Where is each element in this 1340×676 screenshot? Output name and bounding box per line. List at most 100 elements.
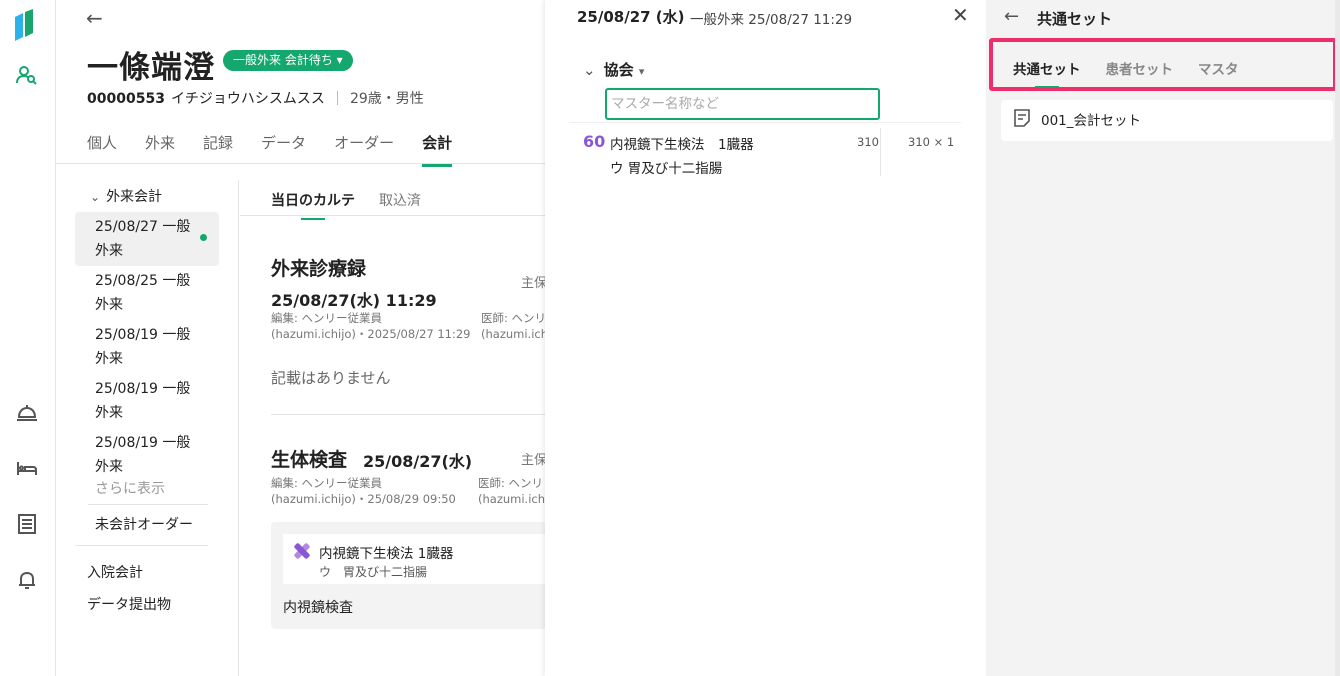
doctor-line: (hazumi.ichi [478,492,549,506]
data-submission-link[interactable]: データ提出物 [87,594,171,614]
list-document-icon[interactable] [14,511,40,537]
quantity-text[interactable]: 310 × 1 [908,135,954,149]
patient-name: 一條端澄 [87,50,215,86]
left-rail [0,0,56,676]
biopsy-title: 生体検査 [271,449,348,471]
accounting-list: 25/08/27 一般外来 25/08/25 一般外来 25/08/19 一般外… [75,212,219,482]
editor-line: 編集: ヘンリー従業員 [271,476,383,490]
exam-item-name: 内視鏡下生検法 1臓器 [319,546,454,562]
notification-bell-icon[interactable] [14,567,40,593]
accounting-item[interactable]: 25/08/27 一般外来 [75,212,219,266]
scrollbar[interactable] [1335,0,1340,676]
divider [75,545,208,546]
divider [271,414,546,415]
accounting-item[interactable]: 25/08/25 一般外来 [75,266,219,320]
outpatient-accounting-label: 外来会計 [106,189,163,205]
document-icon [1014,109,1030,127]
patient-id: 00000553 [87,91,165,107]
divider [336,91,338,105]
insurance-label: 主保 [521,453,548,468]
tab-records[interactable]: 記録 [203,132,233,167]
editor-meta: 編集: ヘンリー従業員 (hazumi.ichijo)・25/08/29 09:… [271,475,456,507]
tab-accounting[interactable]: 会計 [422,132,453,167]
unpaid-orders-link[interactable]: 未会計オーダー [95,514,193,534]
tab-orders[interactable]: オーダー [334,132,394,167]
outpatient-record-date: 25/08/27(水) 11:29 [271,291,437,310]
divider [88,504,208,505]
accounting-item-label: 25/08/19 一般外来 [95,381,191,421]
tab-divider [56,163,546,164]
exam-card-footer: 内視鏡検査 [283,600,353,616]
chevron-down-icon: ⌄ [583,61,596,79]
set-panel-title: 共通セット [1037,10,1113,28]
master-search-input[interactable] [605,88,880,120]
tab-patient-set[interactable]: 患者セット [1106,58,1174,88]
status-badge-label: 一般外来 会計待ち [233,53,333,67]
item-points: 60 [583,132,606,151]
close-icon[interactable]: ✕ [952,3,969,27]
chevron-down-icon: ▾ [336,53,343,67]
order-item-sub: ウ 胃及び十二指腸 [610,161,723,177]
accounting-item-label: 25/08/19 一般外来 [95,435,191,475]
divider [569,122,961,123]
accounting-item[interactable]: 25/08/19 一般外来 [75,428,219,482]
subtab-divider [240,215,546,216]
unit-points: 310 [857,135,879,149]
editor-line: (hazumi.ichijo)・25/08/29 09:50 [271,492,456,506]
divider [880,128,881,176]
active-dot [200,234,207,241]
tab-personal[interactable]: 個人 [87,132,117,167]
doctor-line: (hazumi.ichi [481,327,552,341]
inpatient-accounting-link[interactable]: 入院会計 [87,562,143,582]
patient-search-icon[interactable] [14,62,40,88]
order-item-name[interactable]: 内視鏡下生検法 1臓器 [610,133,754,153]
outpatient-accounting-toggle[interactable]: ⌄ 外来会計 [90,186,162,206]
doctor-line: 医師: ヘンリ [478,476,544,490]
exam-item: 内視鏡下生検法 1臓器 ウ 胃及び十二指腸 [283,534,546,584]
exam-item-sub: ウ 胃及び十二指腸 [319,565,428,579]
back-arrow-icon[interactable]: ← [86,6,103,30]
editor-line: 編集: ヘンリー従業員 [271,311,383,325]
tab-master[interactable]: マスタ [1198,58,1239,88]
patient-info: 00000553 イチジョウハシスムスス 29歳・男性 [87,88,424,108]
panel-date: 25/08/27 (水) [577,8,685,26]
patient-kana: イチジョウハシスムスス [170,91,325,107]
set-panel: ← 共通セット 共通セット 患者セット マスタ 001_会計セット [986,0,1340,676]
panel-subtitle: 一般外来 25/08/27 11:29 [690,12,853,28]
main-tabs: 個人 外来 記録 データ オーダー 会計 [87,132,480,167]
set-list-item[interactable]: 001_会計セット [1001,100,1333,141]
exam-card[interactable]: 内視鏡下生検法 1臓器 ウ 胃及び十二指腸 内視鏡検査 [271,522,546,629]
order-edit-panel: 25/08/27 (水) 一般外来 25/08/27 11:29 ✕ ⌄ 協会 ▾… [545,0,986,676]
doctor-meta: 医師: ヘンリ (hazumi.ichi [481,310,551,342]
bandage-icon [294,543,310,559]
insurer-group-toggle[interactable]: ⌄ 協会 ▾ [583,59,644,80]
insurance-label: 主保 [521,276,548,291]
patient-age-gender: 29歳・男性 [349,91,424,107]
app-logo-icon[interactable] [13,9,35,41]
accounting-item[interactable]: 25/08/19 一般外来 [75,320,219,374]
status-badge[interactable]: 一般外来 会計待ち ▾ [223,50,353,71]
doctor-line: 医師: ヘンリ [481,311,547,325]
tab-outpatient[interactable]: 外来 [145,132,175,167]
show-more-link[interactable]: さらに表示 [95,478,165,498]
doctor-meta: 医師: ヘンリ (hazumi.ichi [478,475,548,507]
accounting-item-label: 25/08/27 一般外来 [95,219,191,259]
set-tabs: 共通セット 患者セット マスタ [1013,58,1264,88]
tab-data[interactable]: データ [261,132,306,167]
no-entry-text: 記載はありません [271,369,391,387]
editor-line: (hazumi.ichijo)・2025/08/27 11:29 [271,327,471,341]
tab-common-set[interactable]: 共通セット [1013,58,1081,88]
insurer-group-label: 協会 [603,61,634,79]
accounting-item-label: 25/08/25 一般外来 [95,273,191,313]
caret-down-icon: ▾ [638,65,645,78]
back-arrow-icon[interactable]: ← [1004,6,1019,27]
bed-icon[interactable] [14,455,40,481]
outpatient-record-title: 外来診療録 [271,258,367,280]
set-list-item-label: 001_会計セット [1041,113,1142,129]
accounting-item-label: 25/08/19 一般外来 [95,327,191,367]
reception-bell-icon[interactable] [14,399,40,425]
biopsy-date: 25/08/27(水) [363,452,473,471]
editor-meta: 編集: ヘンリー従業員 (hazumi.ichijo)・2025/08/27 1… [271,310,471,342]
chevron-down-icon: ⌄ [90,190,101,204]
accounting-item[interactable]: 25/08/19 一般外来 [75,374,219,428]
